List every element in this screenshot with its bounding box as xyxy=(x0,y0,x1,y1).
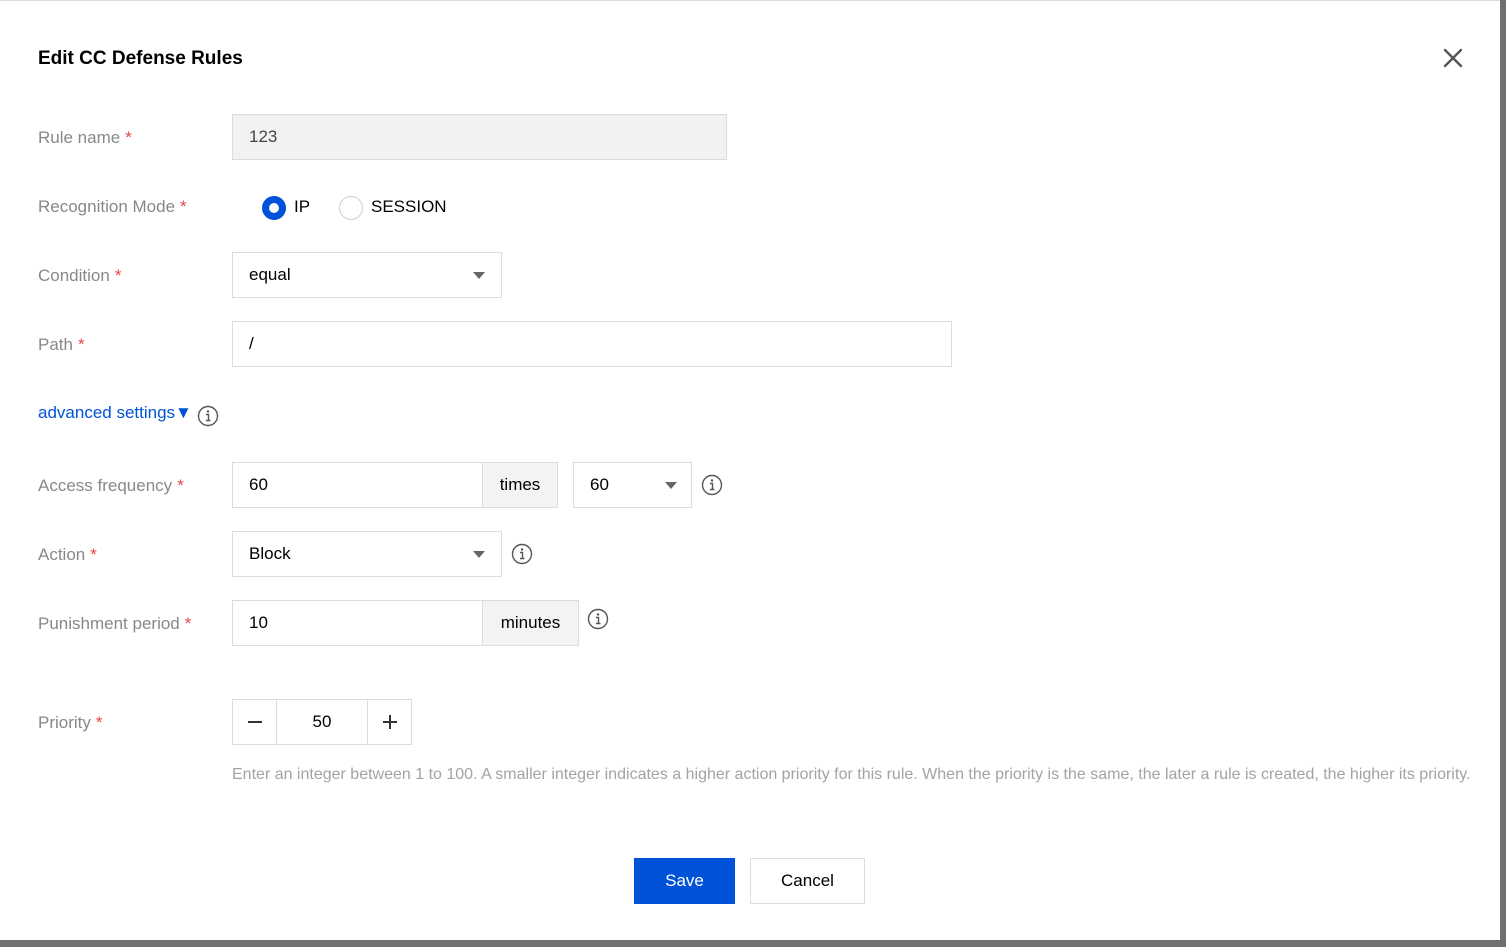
radio-ip-circle xyxy=(262,196,286,220)
rule-name-label: Rule name * xyxy=(38,128,132,148)
action-label: Action * xyxy=(38,545,97,565)
recognition-mode-row: Recognition Mode * IP SESSION xyxy=(0,184,1500,230)
radio-session-circle xyxy=(339,196,363,220)
required-mark: * xyxy=(180,197,187,216)
path-row: Path * / xyxy=(0,321,1500,367)
recognition-mode-label: Recognition Mode * xyxy=(38,197,187,217)
priority-row: Priority * 50 xyxy=(0,699,1500,745)
info-icon[interactable] xyxy=(587,608,609,630)
minutes-unit-addon: minutes xyxy=(482,600,579,646)
frequency-period-select[interactable]: 60 xyxy=(573,462,692,508)
condition-label-text: Condition xyxy=(38,266,110,285)
priority-label: Priority * xyxy=(38,713,103,733)
minus-icon xyxy=(247,721,262,723)
chevron-down-icon xyxy=(473,272,485,279)
priority-help-text: Enter an integer between 1 to 100. A sma… xyxy=(232,766,1471,783)
access-frequency-row: Access frequency * 60 times 60 xyxy=(0,462,1500,508)
required-mark: * xyxy=(125,128,132,147)
cancel-button[interactable]: Cancel xyxy=(750,858,865,904)
plus-icon xyxy=(382,715,397,729)
radio-ip-label: IP xyxy=(294,197,311,216)
priority-label-text: Priority xyxy=(38,713,91,732)
increment-button[interactable] xyxy=(367,700,411,744)
required-mark: * xyxy=(90,545,97,564)
action-label-text: Action xyxy=(38,545,86,564)
path-label: Path * xyxy=(38,335,85,355)
times-unit-addon: times xyxy=(482,462,558,508)
condition-row: Condition * equal xyxy=(0,252,1500,298)
required-mark: * xyxy=(114,266,122,285)
decrement-button[interactable] xyxy=(233,700,277,744)
radio-session-label: SESSION xyxy=(371,197,447,216)
access-frequency-label-text: Access frequency xyxy=(38,476,173,495)
priority-value-input[interactable]: 50 xyxy=(277,700,367,744)
priority-stepper: 50 xyxy=(232,699,412,745)
required-mark: * xyxy=(77,335,85,354)
condition-select[interactable]: equal xyxy=(232,252,502,298)
punishment-period-input[interactable]: 10 xyxy=(232,600,483,646)
path-label-text: Path xyxy=(38,335,73,354)
required-mark: * xyxy=(177,476,184,495)
edit-rule-dialog: Edit CC Defense Rules Rule name * 123 Rec… xyxy=(0,0,1500,940)
chevron-down-icon xyxy=(665,482,677,489)
path-input[interactable]: / xyxy=(232,321,952,367)
punishment-period-row: Punishment period * 10 minutes xyxy=(0,600,1500,646)
action-select[interactable]: Block xyxy=(232,531,502,577)
radio-session[interactable]: SESSION xyxy=(339,196,449,220)
frequency-period-value: 60 xyxy=(590,475,609,494)
info-icon[interactable] xyxy=(511,543,533,565)
required-mark: * xyxy=(95,713,103,732)
chevron-down-icon xyxy=(473,551,485,558)
close-icon[interactable] xyxy=(1440,45,1466,71)
recognition-mode-label-text: Recognition Mode xyxy=(38,197,176,216)
action-select-value: Block xyxy=(249,544,291,563)
rule-name-label-text: Rule name xyxy=(38,128,121,147)
required-mark: * xyxy=(184,614,192,633)
access-frequency-input[interactable]: 60 xyxy=(232,462,483,508)
rule-name-row: Rule name * 123 xyxy=(0,114,1500,160)
action-row: Action * Block xyxy=(0,531,1500,577)
access-frequency-label: Access frequency * xyxy=(38,476,184,496)
info-icon[interactable] xyxy=(197,405,219,427)
advanced-settings-toggle[interactable]: advanced settings▼ xyxy=(38,403,192,423)
punishment-period-label: Punishment period * xyxy=(38,614,191,634)
punishment-period-label-text: Punishment period xyxy=(38,614,180,633)
dialog-title: Edit CC Defense Rules xyxy=(38,48,243,69)
save-button[interactable]: Save xyxy=(634,858,735,904)
info-icon[interactable] xyxy=(701,474,723,496)
condition-label: Condition * xyxy=(38,266,121,286)
condition-select-value: equal xyxy=(249,265,291,284)
rule-name-input[interactable]: 123 xyxy=(232,114,727,160)
radio-ip[interactable]: IP xyxy=(262,196,322,220)
